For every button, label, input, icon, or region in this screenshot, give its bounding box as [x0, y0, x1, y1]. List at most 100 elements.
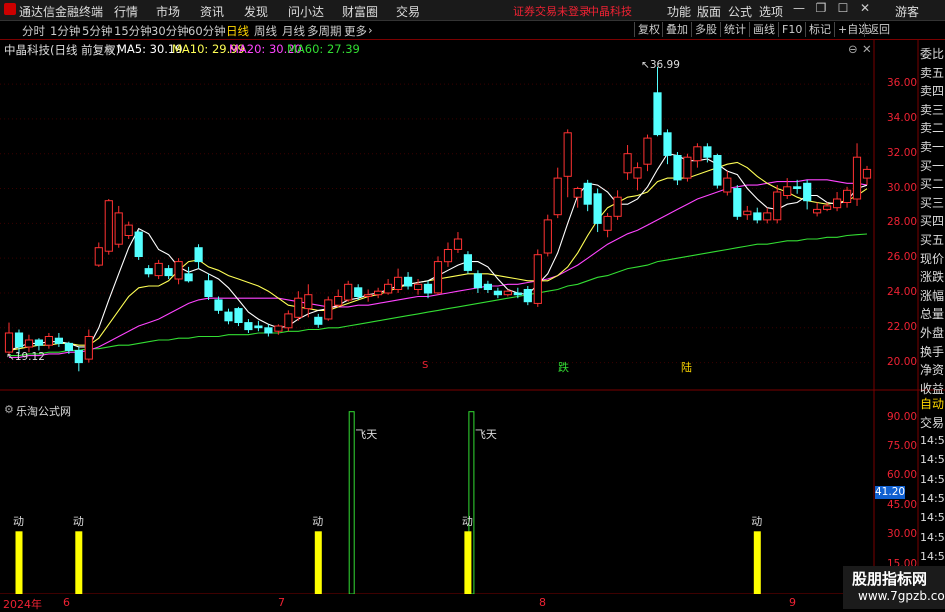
minimize-icon[interactable]: —	[790, 1, 808, 18]
kline-chart[interactable]	[0, 40, 945, 594]
menu-xuanxiang[interactable]: 选项	[759, 3, 783, 20]
btn-fanhui[interactable]: 返回	[864, 22, 893, 37]
candle	[264, 324, 273, 337]
auto-trade-label[interactable]: 自动	[920, 395, 945, 412]
btn-huaxian[interactable]: 画线	[749, 22, 778, 37]
dong-label: 动	[461, 515, 473, 529]
quote-label: 净资	[920, 363, 945, 378]
menu-caifuquan[interactable]: 财富圈	[342, 3, 378, 20]
candle	[324, 296, 333, 321]
btn-fuquan[interactable]: 复权	[634, 22, 663, 37]
menu-wenxiaoda[interactable]: 问小达	[288, 3, 324, 20]
candle	[344, 280, 353, 302]
btn-diejia[interactable]: 叠加	[662, 22, 691, 37]
close-icon[interactable]: ✕	[856, 1, 874, 18]
more-chevron-icon[interactable]: ›	[368, 23, 373, 37]
btn-biaoji[interactable]: 标记	[805, 22, 834, 37]
guest-label[interactable]: 游客	[895, 3, 919, 20]
dong-bar	[75, 531, 83, 594]
quote-label: 外盘	[920, 326, 945, 340]
candle	[663, 129, 672, 165]
candle-body	[703, 146, 712, 158]
btn-duogu[interactable]: 多股	[691, 22, 720, 37]
watermark-url: www.7gpzb.com	[858, 589, 945, 603]
indicator-bars	[15, 411, 761, 594]
candle-body	[583, 182, 592, 205]
candle	[623, 145, 632, 180]
restore-icon[interactable]: ❐	[812, 1, 830, 18]
tab-15min[interactable]: 15分钟	[114, 23, 152, 39]
menu-jiaoyi[interactable]: 交易	[396, 3, 420, 20]
candle-body	[733, 188, 742, 217]
candle-body	[254, 325, 263, 329]
candle-body	[743, 210, 752, 216]
candle-body	[144, 268, 153, 275]
tab-multi-period[interactable]: 多周期	[307, 23, 342, 39]
quote-label: 买三	[920, 195, 945, 210]
auto-trade-label[interactable]: 交易	[920, 414, 945, 431]
x-label-july: 7	[278, 596, 285, 609]
candle-body	[763, 212, 772, 221]
tab-fenshi[interactable]: 分时	[22, 23, 45, 39]
candle-body	[124, 224, 133, 237]
candle	[743, 205, 752, 220]
low-value: 19.12	[14, 351, 45, 363]
tab-monthly[interactable]: 月线	[282, 23, 305, 39]
candle	[44, 333, 53, 349]
candle	[483, 280, 492, 293]
menu-banmian[interactable]: 版面	[697, 3, 721, 20]
feitian-label: 飞天	[355, 427, 378, 441]
tab-daily[interactable]: 日线	[226, 23, 249, 39]
tab-more[interactable]: 更多	[344, 23, 367, 39]
tick-time: 14:56	[920, 492, 945, 505]
tab-weekly[interactable]: 周线	[254, 23, 277, 39]
low-marker: ↖19.12	[6, 351, 45, 363]
app-logo-icon	[4, 3, 16, 15]
candle-body	[603, 215, 612, 231]
candle	[493, 287, 502, 299]
candle-body	[154, 262, 163, 277]
candle	[803, 179, 812, 210]
candle-body	[34, 339, 43, 346]
menu-gongshi[interactable]: 公式	[728, 3, 752, 20]
candle-body	[224, 311, 233, 322]
chart-grid	[0, 40, 945, 594]
maximize-icon[interactable]: ☐	[834, 1, 852, 18]
tab-30min[interactable]: 30分钟	[151, 23, 189, 39]
candle-body	[244, 322, 253, 331]
candle-body	[773, 191, 782, 221]
candle	[643, 134, 652, 172]
menu-shichang[interactable]: 市场	[156, 3, 180, 20]
candle-body	[543, 219, 552, 254]
candle-body	[374, 290, 383, 296]
candle	[862, 165, 872, 186]
candle-body	[553, 177, 562, 216]
watermark-title: 股朋指标网	[852, 570, 928, 588]
indicator-gear-icon[interactable]: ⚙	[4, 403, 14, 416]
btn-tongji[interactable]: 统计	[720, 22, 749, 37]
candle-body	[473, 273, 482, 289]
menu-zixun[interactable]: 资讯	[200, 3, 224, 20]
candle-body	[693, 146, 702, 162]
menu-hangqing[interactable]: 行情	[114, 3, 138, 20]
menu-faxian[interactable]: 发现	[244, 3, 268, 20]
btn-f10[interactable]: F10	[778, 22, 805, 37]
tab-1min[interactable]: 1分钟	[50, 23, 80, 39]
menu-gongneng[interactable]: 功能	[667, 3, 691, 20]
tab-60min[interactable]: 60分钟	[188, 23, 226, 39]
candle-body	[294, 297, 303, 318]
quote-label: 卖一	[920, 140, 945, 154]
quote-label: 买四	[920, 214, 945, 229]
candle-body	[533, 254, 542, 304]
candle-body	[523, 289, 532, 303]
candle	[833, 192, 842, 212]
candle-body	[54, 337, 63, 344]
tab-5min[interactable]: 5分钟	[82, 23, 112, 39]
quote-label: 换手	[920, 344, 945, 359]
candle-body	[423, 283, 433, 294]
login-warning[interactable]: 证券交易未登录	[513, 3, 590, 19]
candle	[773, 185, 782, 224]
candle	[394, 268, 403, 293]
candle	[144, 265, 153, 278]
tick-time: 14:56	[920, 511, 945, 525]
